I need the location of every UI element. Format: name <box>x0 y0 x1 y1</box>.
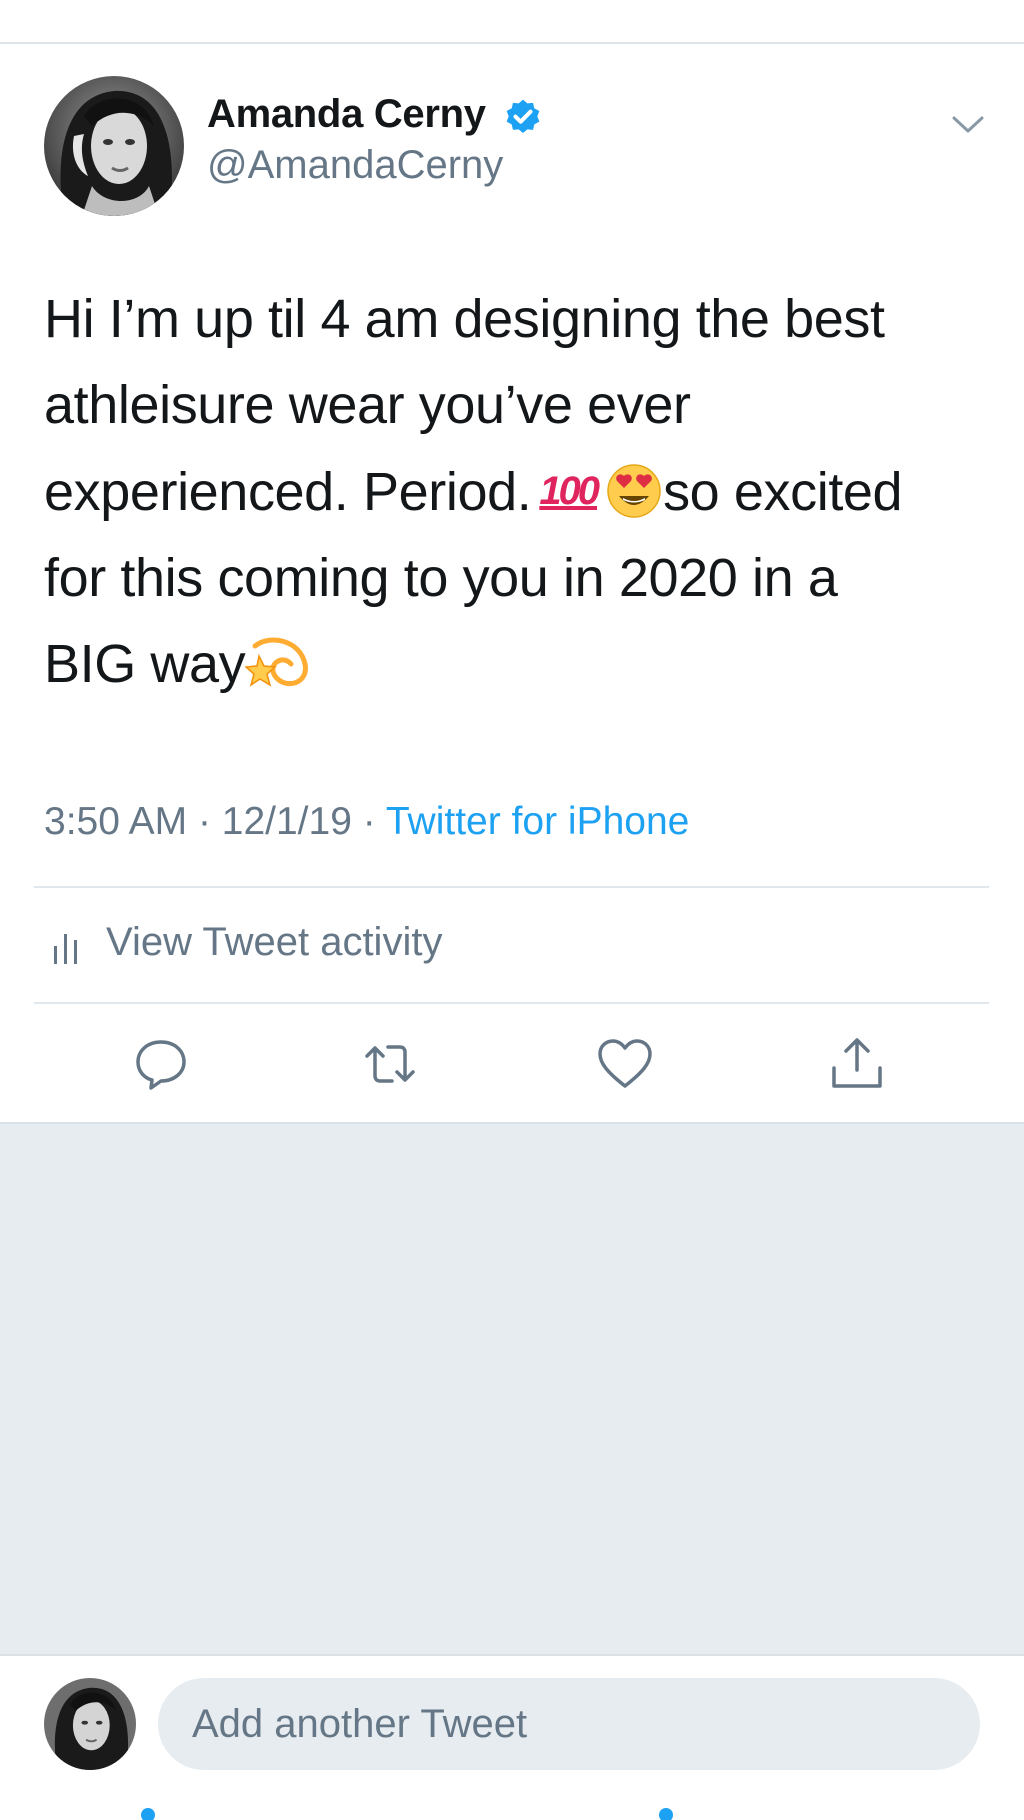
tweet-text-line: for this coming to you in 2020 in a <box>44 548 838 608</box>
tweet-text-line: BIG way <box>44 621 994 707</box>
composer-placeholder: Add another Tweet <box>192 1702 528 1746</box>
reply-composer: Add another Tweet <box>0 1654 1024 1820</box>
composer-avatar <box>44 1678 136 1770</box>
author-handle[interactable]: @AmandaCerny <box>207 143 503 188</box>
tweet-text-segment: BIG way <box>44 634 246 694</box>
tweet-text-line: Hi I’m up til 4 am designing the best <box>44 289 885 349</box>
tweet-text-line: athleisure wear you’ve ever <box>44 375 691 435</box>
dizzy-emoji <box>245 637 309 687</box>
tweet-source-link[interactable]: Twitter for iPhone <box>386 800 689 843</box>
meta-separator: · <box>197 800 211 843</box>
tweet-text-segment: experienced. Period. <box>44 462 532 522</box>
back-arrow-icon[interactable] <box>44 0 64 6</box>
view-tweet-activity-label: View Tweet activity <box>106 920 443 964</box>
tweet-text-line: experienced. Period. 100 so excited <box>44 448 994 535</box>
chevron-down-icon[interactable] <box>950 110 986 138</box>
heart-icon[interactable] <box>597 1036 653 1092</box>
tweet-meta: 3:50 AM · 12/1/19 · Twitter for iPhone <box>44 800 689 844</box>
bar-chart-icon <box>54 934 77 964</box>
empty-replies-area <box>0 1122 1024 1656</box>
tweet-date: 12/1/19 <box>221 800 352 843</box>
tweet-text-segment: so excited <box>663 462 903 522</box>
tweet-time: 3:50 AM <box>44 800 188 843</box>
divider <box>34 886 989 888</box>
verified-badge-icon <box>506 99 540 133</box>
reply-icon[interactable] <box>133 1036 189 1092</box>
add-another-tweet-input[interactable]: Add another Tweet <box>158 1678 980 1770</box>
heart-eyes-emoji <box>607 464 661 518</box>
top-nav-bar <box>0 0 1024 44</box>
hundred-points-emoji: 100 <box>539 469 600 513</box>
divider <box>34 1002 989 1004</box>
tweet-text: Hi I’m up til 4 am designing the best at… <box>44 276 994 707</box>
tab-indicator <box>141 1808 155 1820</box>
retweet-icon[interactable] <box>362 1036 418 1092</box>
tweet-detail-screen: Amanda Cerny @AmandaCerny Hi I’m up til … <box>0 0 1024 1820</box>
view-tweet-activity-button[interactable]: View Tweet activity <box>34 890 989 1000</box>
share-icon[interactable] <box>829 1036 885 1092</box>
author-name[interactable]: Amanda Cerny <box>207 92 486 137</box>
meta-separator: · <box>362 800 376 843</box>
author-avatar[interactable] <box>44 76 184 216</box>
tab-indicator <box>659 1808 673 1820</box>
